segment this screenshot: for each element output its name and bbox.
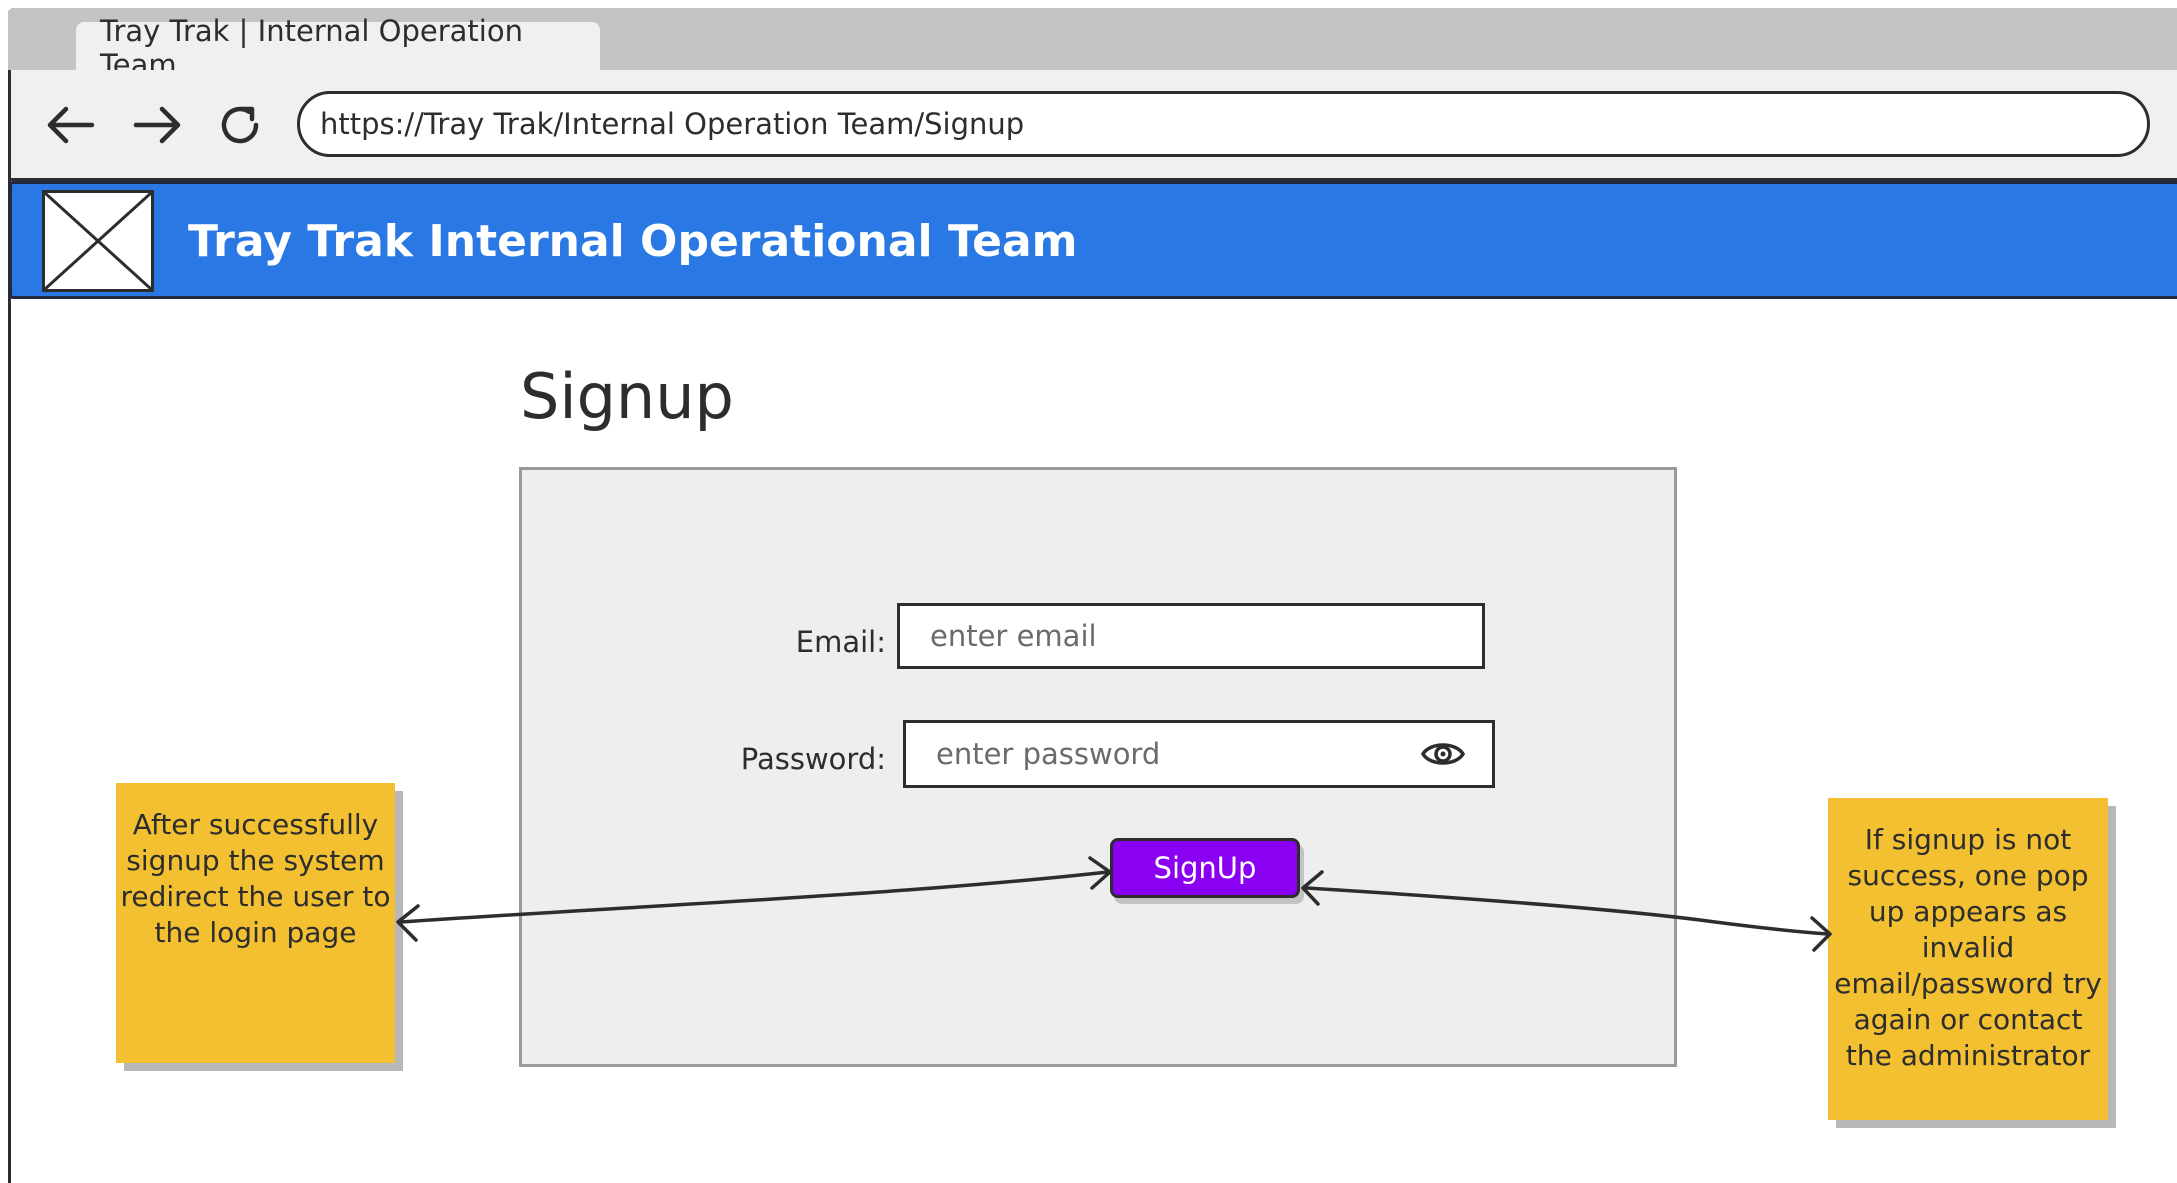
failure-note-text: If signup is not success, one pop up app…	[1834, 823, 2102, 1072]
forward-button[interactable]	[128, 95, 188, 155]
page-title: Signup	[520, 360, 734, 433]
eye-icon	[1420, 743, 1466, 765]
app-title: Tray Trak Internal Operational Team	[188, 216, 1078, 267]
password-toggle[interactable]	[1420, 736, 1466, 772]
address-bar[interactable]: https://Tray Trak/Internal Operation Tea…	[297, 91, 2150, 157]
arrow-right-icon	[133, 106, 181, 144]
reload-icon	[221, 106, 259, 144]
arrow-left-icon	[47, 106, 95, 144]
image-placeholder-icon	[43, 191, 153, 291]
success-note: After successfully signup the system red…	[116, 783, 395, 1063]
email-field[interactable]	[897, 603, 1485, 669]
reload-button[interactable]	[210, 95, 270, 155]
stage: Tray Trak | Internal Operation Team http…	[0, 0, 2177, 1183]
password-label: Password:	[740, 742, 886, 776]
success-note-text: After successfully signup the system red…	[120, 808, 391, 949]
password-field[interactable]	[903, 720, 1495, 788]
address-bar-url: https://Tray Trak/Internal Operation Tea…	[320, 107, 1025, 141]
failure-note: If signup is not success, one pop up app…	[1828, 798, 2108, 1120]
browser-tab[interactable]: Tray Trak | Internal Operation Team	[76, 14, 600, 82]
signup-button[interactable]: SignUp	[1110, 838, 1300, 898]
back-button[interactable]	[40, 95, 100, 155]
logo	[42, 190, 154, 292]
email-label: Email:	[795, 625, 886, 659]
